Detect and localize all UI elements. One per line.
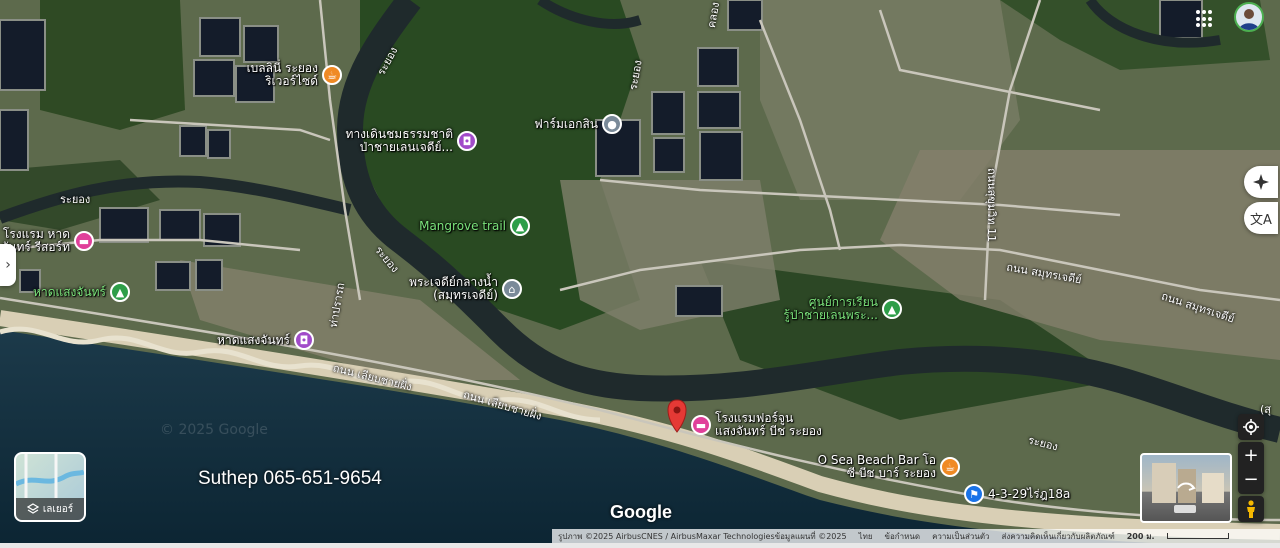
zoom-out-button[interactable]: − [1243, 468, 1258, 492]
chevron-right-icon: › [5, 257, 11, 273]
street-view-pegman-button[interactable] [1238, 496, 1264, 522]
tree-icon: ▲ [110, 282, 130, 302]
imagery-attribution: รูปภาพ ©2025 AirbusCNES / AirbusMaxar Te… [558, 531, 847, 541]
account-avatar[interactable] [1234, 2, 1264, 32]
poi-hotel-belle-rayong[interactable]: เบลลินี่ ระยอง ริเวอร์ไซด์ ☕ [247, 62, 342, 88]
expand-side-panel-button[interactable]: › [0, 244, 16, 286]
road-label-sukhumvit-11: ถนนสุขุมวิท 11 [985, 167, 999, 243]
camera-icon: ◘ [294, 330, 314, 350]
poi-chedi-klang-nam-label: พระเจดีย์กลางน้ำ (สมุทรเจดีย์) [409, 275, 498, 302]
poi-mangrove-trail[interactable]: Mangrove trail ▲ [419, 216, 530, 236]
bottom-strip [0, 543, 1280, 548]
translate-button[interactable]: 文A [1244, 202, 1278, 234]
poi-hotel-forgun[interactable]: ▬ โรงแรมฟอร์จูน แสงจันทร์ บีช ระยอง [691, 412, 822, 438]
map-watermark: © 2025 Google [160, 422, 268, 438]
poi-location-4-3-29[interactable]: ⚑ 4-3-29ไร่ฎ18a [964, 484, 1070, 504]
poi-hotel-forgun-label: โรงแรมฟอร์จูน แสงจันทร์ บีช ระยอง [715, 411, 822, 438]
bed-icon: ▬ [74, 231, 94, 251]
cup-icon: ☕ [322, 65, 342, 85]
poi-haad-saeng-chan-beach[interactable]: หาดแสงจันทร์ ◘ [217, 330, 314, 350]
poi-location-4-3-29-label: 4-3-29ไร่ฎ18a [988, 486, 1071, 501]
layers-icon [26, 503, 39, 514]
poi-farm-ekasin-label: ฟาร์มเอกสิน [534, 116, 598, 131]
crosshair-icon [1243, 419, 1259, 435]
terms-link[interactable]: ข้อกำหนด [885, 530, 921, 543]
poi-farm-ekasin[interactable]: ฟาร์มเอกสิน ● [534, 114, 622, 134]
attribution-bar: รูปภาพ ©2025 AirbusCNES / AirbusMaxar Te… [552, 529, 1280, 543]
poi-mangrove-trail-label: Mangrove trail [419, 218, 506, 233]
poi-mangrove-nature-trail-label: ทางเดินชมธรรมชาติ ป่าชายเลนเจดีย์... [345, 127, 453, 154]
camera-icon: ◘ [457, 131, 477, 151]
poi-mangrove-nature-trail[interactable]: ทางเดินชมธรรมชาติ ป่าชายเลนเจดีย์... ◘ [346, 128, 477, 154]
poi-mangrove-learning-center-label: ศูนย์การเรียน รู้ป่าชายเลนพระ... [783, 295, 878, 322]
layers-label: เลเยอร์ [42, 503, 74, 515]
poi-mangrove-learning-center[interactable]: ศูนย์การเรียน รู้ป่าชายเลนพระ... ▲ [783, 296, 902, 322]
poi-haad-saeng-chan-green[interactable]: หาดแสงจันทร์ ▲ [33, 282, 130, 302]
tree-icon: ▲ [882, 299, 902, 319]
tree-icon: ▲ [510, 216, 530, 236]
poi-o-sea-beach-bar-label: O Sea Beach Bar โอ ซี บีช บาร์ ระยอง [817, 453, 936, 480]
poi-haad-saeng-chan-beach-label: หาดแสงจันทร์ [217, 332, 290, 347]
privacy-link[interactable]: ความเป็นส่วนตัว [932, 530, 989, 543]
pin-icon: ● [602, 114, 622, 134]
satellite-map[interactable]: เบลลินี่ ระยอง ริเวอร์ไซด์ ☕ ทางเดินชมธรรม… [0, 0, 1280, 548]
translate-icon: 文A [1250, 212, 1272, 228]
temple-icon: ⌂ [502, 279, 522, 299]
poi-hotel-belle-rayong-label: เบลลินี่ ระยอง ริเวอร์ไซด์ [246, 61, 318, 88]
cup-icon: ☕ [940, 457, 960, 477]
rotate-arrow-icon [1177, 482, 1196, 491]
pegman-icon [1247, 500, 1255, 518]
poi-o-sea-beach-bar[interactable]: O Sea Beach Bar โอ ซี บีช บาร์ ระยอง ☕ [818, 454, 960, 480]
sparkle-icon [1253, 174, 1269, 190]
layers-button[interactable]: เลเยอร์ [14, 452, 86, 522]
phone-overlay-text: Suthep 065-651-9654 [198, 468, 382, 489]
google-logo: Google [610, 502, 672, 522]
feedback-link[interactable]: ส่งความคิดเห็นเกี่ยวกับผลิตภัณฑ์ [1002, 530, 1115, 543]
flag-icon: ⚑ [964, 484, 984, 504]
my-location-button[interactable] [1238, 414, 1264, 440]
poi-haad-saeng-chan-green-label: หาดแสงจันทร์ [33, 284, 106, 299]
scale-label: 200 ม. [1126, 531, 1155, 541]
scale-bar [1166, 533, 1229, 539]
apps-grid-icon[interactable] [1196, 10, 1214, 28]
sparkle-ai-button[interactable] [1244, 166, 1278, 198]
street-view-thumbnail[interactable] [1140, 453, 1232, 523]
zoom-in-button[interactable]: + [1243, 444, 1258, 468]
road-label-rayong-3: ระยอง [60, 193, 91, 206]
language-link[interactable]: ไทย [859, 530, 873, 543]
poi-chedi-klang-nam[interactable]: พระเจดีย์กลางน้ำ (สมุทรเจดีย์) ⌂ [409, 276, 522, 302]
zoom-control: + − [1238, 442, 1264, 494]
bed-icon: ▬ [691, 415, 711, 435]
